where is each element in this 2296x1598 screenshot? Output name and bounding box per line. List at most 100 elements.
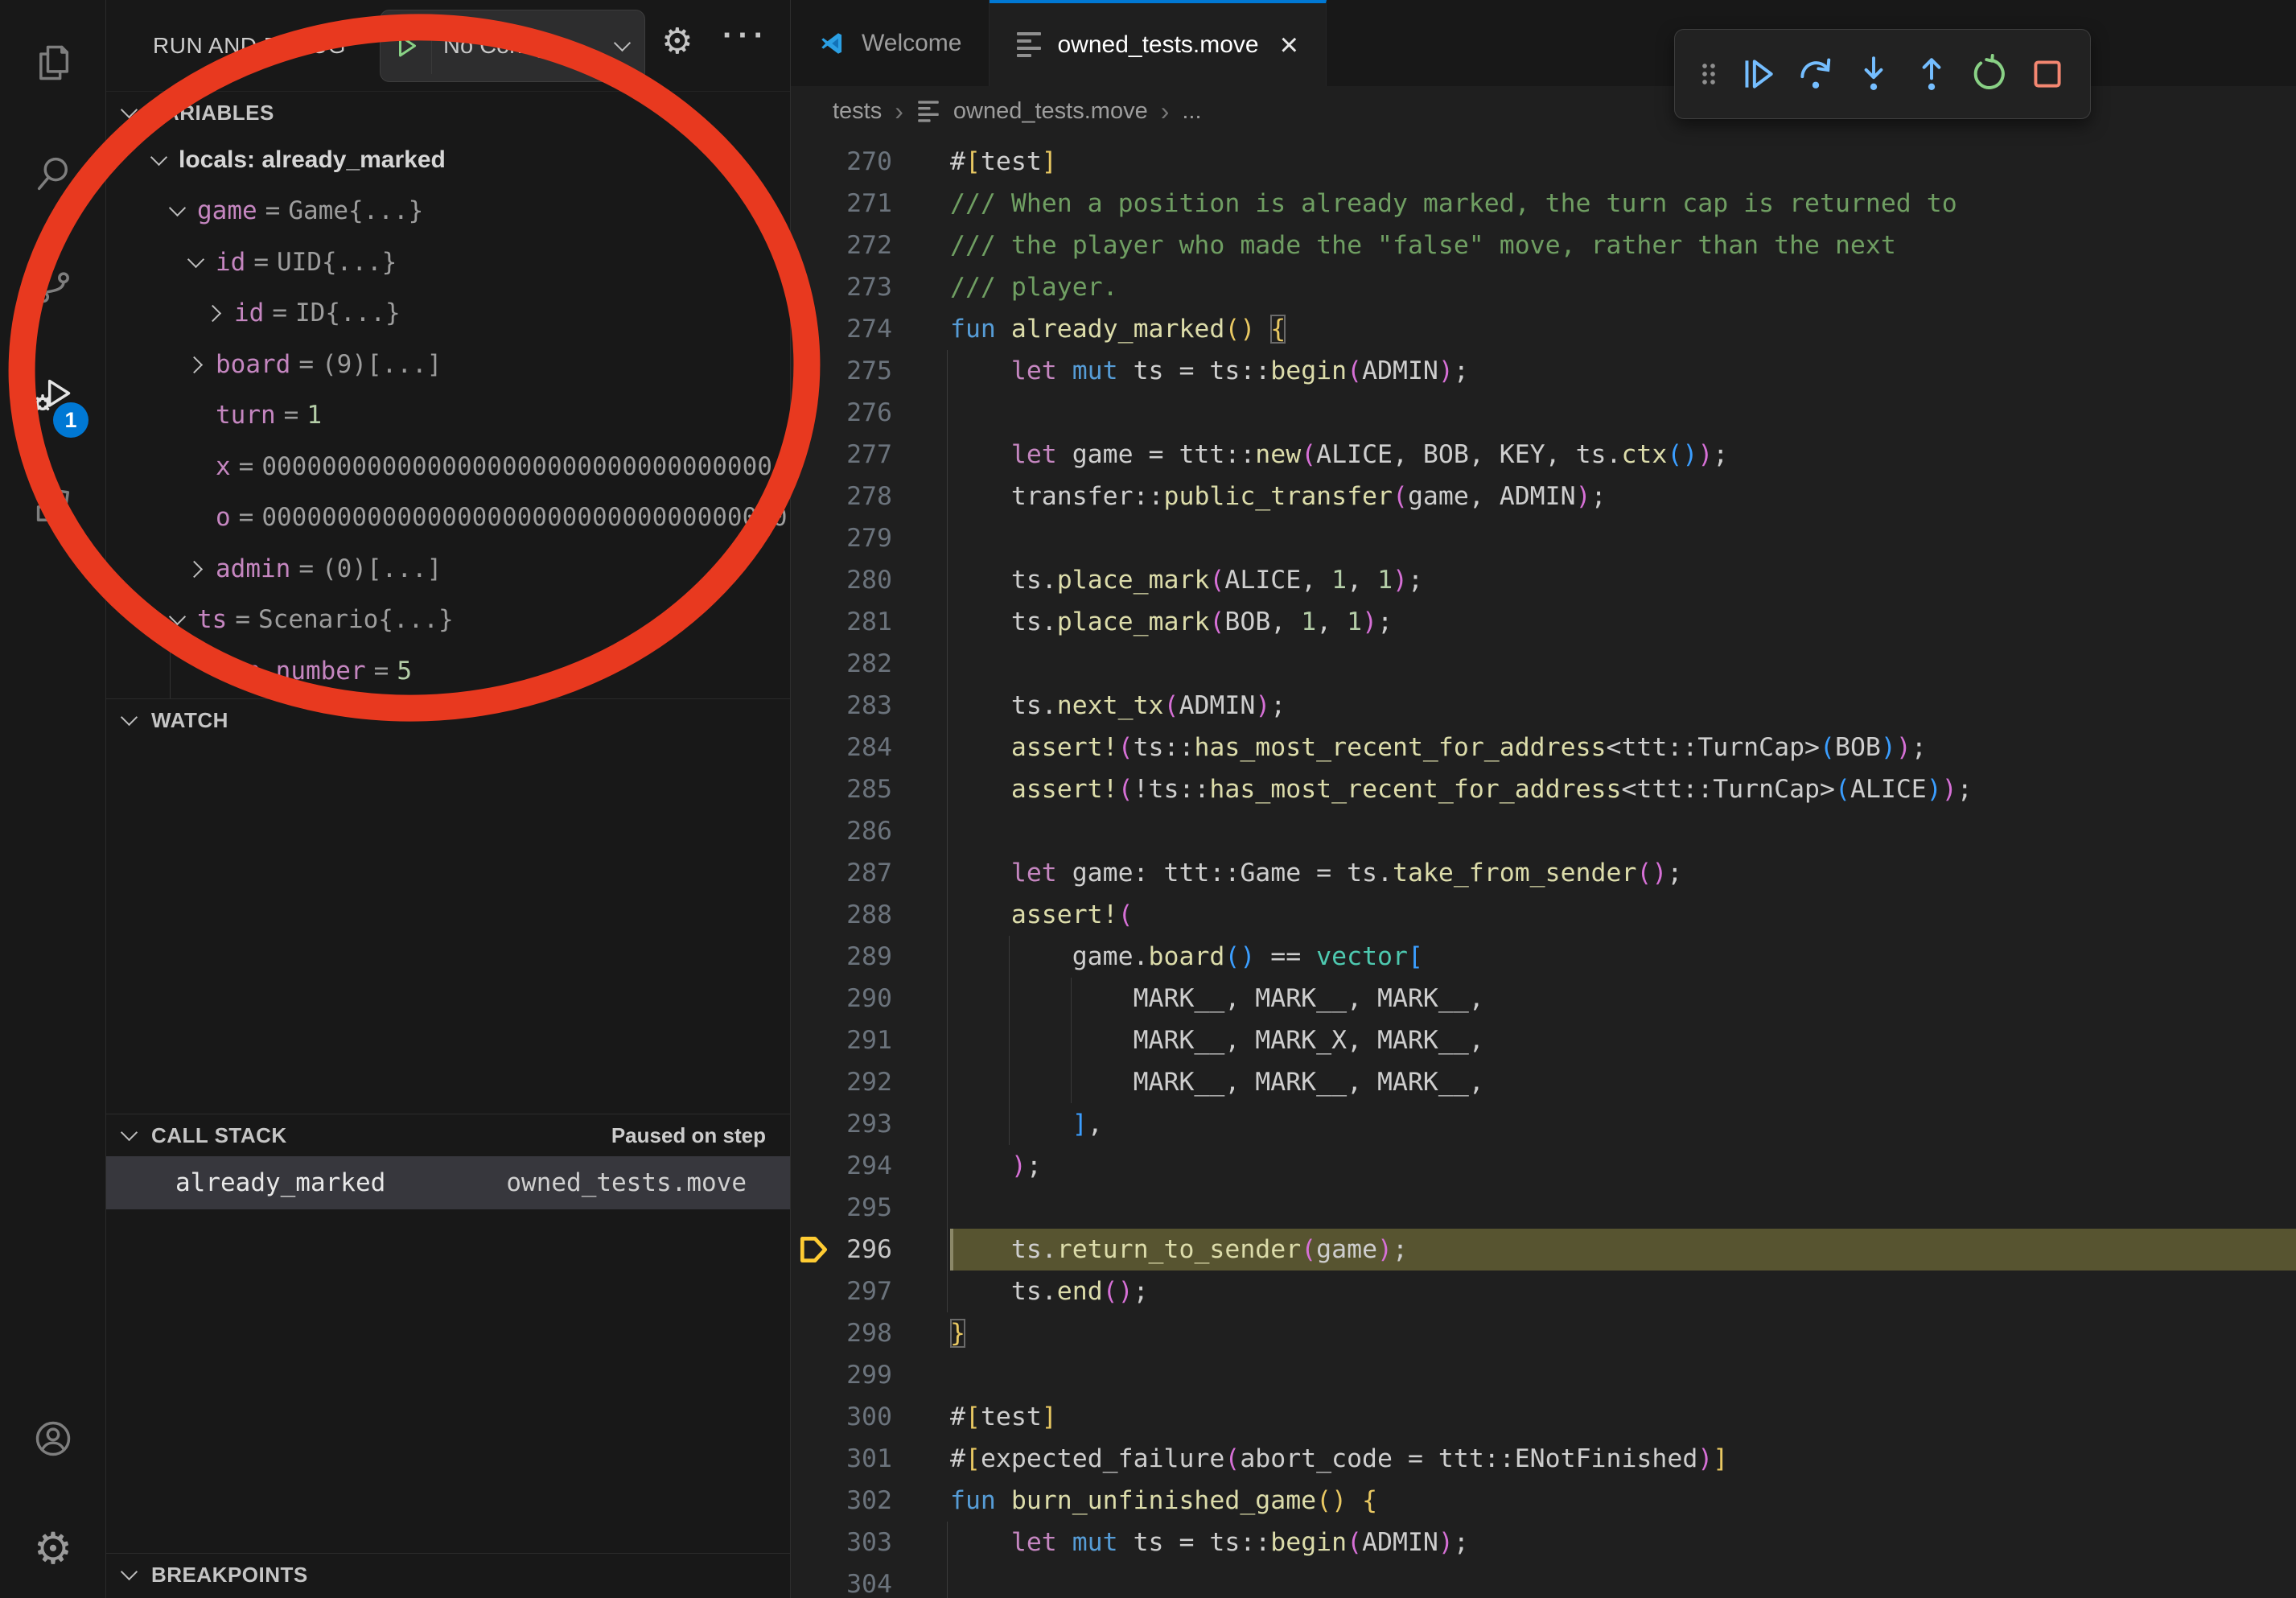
- settings-gear-icon[interactable]: ⚙: [0, 1501, 106, 1595]
- code-line[interactable]: 278 transfer::public_transfer(game, ADMI…: [791, 476, 2296, 517]
- code-line[interactable]: 288 assert!(: [791, 894, 2296, 936]
- code-line[interactable]: 271/// When a position is already marked…: [791, 183, 2296, 224]
- line-number[interactable]: 276: [791, 392, 950, 434]
- close-tab-icon[interactable]: ×: [1280, 29, 1298, 61]
- continue-button[interactable]: [1733, 40, 1783, 108]
- variable-row[interactable]: board=(9)[...]: [106, 339, 790, 390]
- line-number[interactable]: 288: [791, 894, 950, 936]
- line-number[interactable]: 298: [791, 1312, 950, 1354]
- chevron-right-icon[interactable]: [204, 303, 225, 323]
- code-line[interactable]: 280 ts.place_mark(ALICE, 1, 1);: [791, 559, 2296, 601]
- stop-button[interactable]: [2022, 40, 2072, 108]
- code-line[interactable]: 294 );: [791, 1145, 2296, 1187]
- code-line[interactable]: 292 MARK__, MARK__, MARK__,: [791, 1061, 2296, 1103]
- code-line[interactable]: 304: [791, 1563, 2296, 1598]
- chevron-down-icon[interactable]: [167, 609, 188, 630]
- code-line[interactable]: 291 MARK__, MARK_X, MARK__,: [791, 1019, 2296, 1061]
- variable-row[interactable]: id=UID{...}: [106, 237, 790, 288]
- line-number[interactable]: 273: [791, 266, 950, 308]
- start-debug-icon[interactable]: [381, 18, 432, 74]
- search-icon[interactable]: [0, 127, 106, 220]
- line-number[interactable]: 279: [791, 517, 950, 559]
- variable-row[interactable]: x=0000000000000000000000000000000000…: [106, 441, 790, 492]
- line-number[interactable]: 271: [791, 183, 950, 224]
- line-number[interactable]: 278: [791, 476, 950, 517]
- code-line[interactable]: 285 assert!(!ts::has_most_recent_for_add…: [791, 768, 2296, 810]
- line-number[interactable]: 281: [791, 601, 950, 643]
- tab-welcome[interactable]: Welcome: [791, 0, 990, 86]
- line-number[interactable]: 287: [791, 852, 950, 894]
- code-line[interactable]: 279: [791, 517, 2296, 559]
- chevron-down-icon[interactable]: [149, 150, 170, 171]
- tab-owned-tests[interactable]: owned_tests.move ×: [990, 0, 1327, 86]
- run-and-debug-icon[interactable]: 1: [0, 349, 106, 443]
- chevron-right-icon[interactable]: [186, 558, 207, 579]
- breadcrumb-item[interactable]: ...: [1182, 98, 1201, 125]
- line-number[interactable]: 277: [791, 434, 950, 476]
- line-number[interactable]: 284: [791, 727, 950, 768]
- code-line[interactable]: 275 let mut ts = ts::begin(ADMIN);: [791, 350, 2296, 392]
- breadcrumb-item[interactable]: owned_tests.move: [953, 98, 1148, 125]
- code-line[interactable]: 299: [791, 1354, 2296, 1396]
- call-stack-frame[interactable]: already_marked owned_tests.move: [106, 1156, 790, 1209]
- code-line[interactable]: 281 ts.place_mark(BOB, 1, 1);: [791, 601, 2296, 643]
- chevron-down-icon[interactable]: [186, 252, 207, 273]
- breakpoints-section-header[interactable]: BREAKPOINTS: [106, 1554, 790, 1596]
- code-line[interactable]: 297 ts.end();: [791, 1271, 2296, 1312]
- line-number[interactable]: 280: [791, 559, 950, 601]
- variable-row[interactable]: admin=(0)[...]: [106, 543, 790, 595]
- launch-config-dropdown[interactable]: No Configur: [380, 10, 645, 82]
- code-line[interactable]: 289 game.board() == vector[: [791, 936, 2296, 978]
- variable-row[interactable]: txn_number=5: [106, 645, 790, 697]
- line-number[interactable]: 283: [791, 685, 950, 727]
- watch-section-header[interactable]: WATCH: [106, 699, 790, 741]
- code-line[interactable]: 295: [791, 1187, 2296, 1229]
- line-number[interactable]: 301: [791, 1438, 950, 1480]
- line-number[interactable]: 272: [791, 224, 950, 266]
- code-line[interactable]: 303 let mut ts = ts::begin(ADMIN);: [791, 1522, 2296, 1563]
- line-number[interactable]: 293: [791, 1103, 950, 1145]
- line-number[interactable]: 290: [791, 978, 950, 1019]
- variable-row[interactable]: game=Game{...}: [106, 186, 790, 237]
- code-line[interactable]: 283 ts.next_tx(ADMIN);: [791, 685, 2296, 727]
- line-number[interactable]: 275: [791, 350, 950, 392]
- variable-row[interactable]: locals: already_marked: [106, 134, 790, 186]
- line-number[interactable]: 297: [791, 1271, 950, 1312]
- chevron-down-icon[interactable]: [167, 200, 188, 221]
- step-into-button[interactable]: [1849, 40, 1899, 108]
- line-number[interactable]: 304: [791, 1563, 950, 1598]
- account-icon[interactable]: [0, 1392, 106, 1485]
- line-number[interactable]: 289: [791, 936, 950, 978]
- code-editor[interactable]: 270#[test]271/// When a position is alre…: [791, 136, 2296, 1598]
- line-number[interactable]: 270: [791, 141, 950, 183]
- explorer-icon[interactable]: [0, 16, 106, 109]
- code-line[interactable]: 296 ts.return_to_sender(game);: [791, 1229, 2296, 1271]
- line-number[interactable]: 295: [791, 1187, 950, 1229]
- line-number[interactable]: 302: [791, 1480, 950, 1522]
- code-line[interactable]: 272/// the player who made the "false" m…: [791, 224, 2296, 266]
- debug-settings-gear-icon[interactable]: ⚙: [661, 21, 693, 62]
- variable-row[interactable]: turn=1: [106, 390, 790, 442]
- extensions-icon[interactable]: [0, 460, 106, 554]
- line-number[interactable]: 285: [791, 768, 950, 810]
- step-over-button[interactable]: [1791, 40, 1841, 108]
- variables-section-header[interactable]: VARIABLES: [106, 92, 790, 134]
- line-number[interactable]: 286: [791, 810, 950, 852]
- source-control-icon[interactable]: [0, 238, 106, 332]
- line-number[interactable]: 299: [791, 1354, 950, 1396]
- line-number[interactable]: 274: [791, 308, 950, 350]
- code-line[interactable]: 293 ],: [791, 1103, 2296, 1145]
- code-line[interactable]: 273/// player.: [791, 266, 2296, 308]
- code-line[interactable]: 302fun burn_unfinished_game() {: [791, 1480, 2296, 1522]
- code-line[interactable]: 274fun already_marked() {: [791, 308, 2296, 350]
- variable-row[interactable]: ts=Scenario{...}: [106, 595, 790, 646]
- variable-row[interactable]: id=ID{...}: [106, 288, 790, 340]
- code-line[interactable]: 270#[test]: [791, 141, 2296, 183]
- code-line[interactable]: 282: [791, 643, 2296, 685]
- line-number[interactable]: 282: [791, 643, 950, 685]
- breadcrumb-item[interactable]: tests: [833, 98, 882, 125]
- code-line[interactable]: 276: [791, 392, 2296, 434]
- code-line[interactable]: 287 let game: ttt::Game = ts.take_from_s…: [791, 852, 2296, 894]
- call-stack-section-header[interactable]: CALL STACK Paused on step: [106, 1114, 790, 1156]
- drag-grip-icon[interactable]: [1693, 40, 1725, 108]
